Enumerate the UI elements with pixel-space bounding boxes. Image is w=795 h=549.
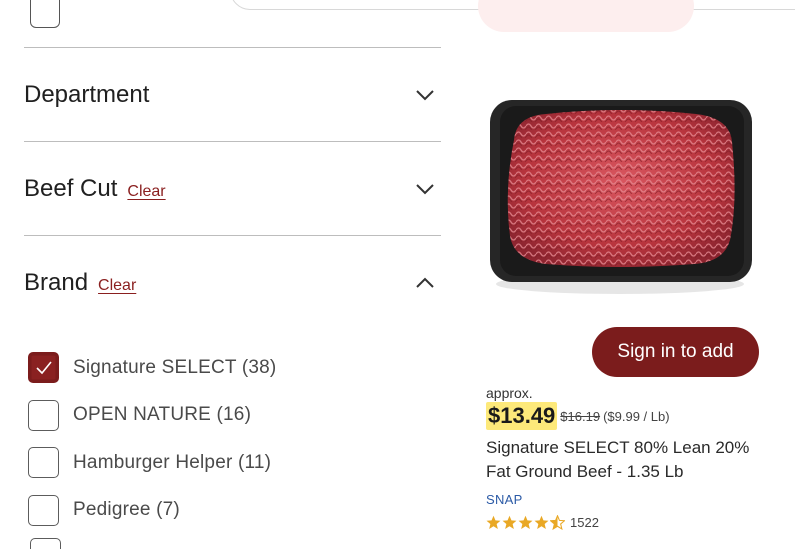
- chevron-down-icon[interactable]: [413, 177, 437, 201]
- star-icon: [486, 515, 501, 529]
- star-half-icon: [550, 515, 565, 530]
- brand-options-list: Signature SELECT (38) OPEN NATURE (16) H…: [28, 344, 276, 534]
- filter-department[interactable]: Department: [24, 48, 441, 141]
- brand-option[interactable]: Signature SELECT (38): [28, 344, 276, 392]
- filter-title-beef-cut: Beef Cut: [24, 174, 118, 202]
- chevron-up-icon[interactable]: [413, 271, 437, 295]
- brand-option-label: Pedigree (7): [73, 499, 180, 521]
- original-price: $16.19: [560, 408, 601, 424]
- product-image[interactable]: [486, 90, 754, 298]
- brand-option[interactable]: OPEN NATURE (16): [28, 392, 276, 440]
- star-icon: [534, 515, 549, 529]
- partial-checkbox[interactable]: [30, 0, 60, 28]
- star-icon: [518, 515, 533, 529]
- star-icon: [502, 515, 517, 529]
- partial-checkbox[interactable]: [30, 538, 61, 549]
- previous-card-button[interactable]: [478, 0, 694, 32]
- brand-option-label: Signature SELECT (38): [73, 356, 277, 378]
- unit-price: ($9.99 / Lb): [603, 408, 670, 424]
- filter-beef-cut[interactable]: Beef Cut Clear: [24, 142, 441, 235]
- filter-brand[interactable]: Brand Clear: [24, 236, 441, 329]
- product-name-link[interactable]: Signature SELECT 80% Lean 20% Fat Ground…: [486, 436, 776, 484]
- filter-title-department: Department: [24, 80, 150, 108]
- brand-option-label: Hamburger Helper (11): [73, 451, 272, 473]
- checkbox[interactable]: [28, 494, 59, 526]
- chevron-down-icon[interactable]: [413, 83, 437, 107]
- brand-option[interactable]: Hamburger Helper (11): [28, 439, 276, 487]
- checkmark-icon: [35, 361, 52, 374]
- brand-option-label: OPEN NATURE (16): [73, 404, 252, 426]
- snap-badge: SNAP: [486, 492, 523, 507]
- clear-beef-cut-link[interactable]: Clear: [127, 183, 165, 201]
- checkbox-checked[interactable]: [28, 352, 59, 384]
- brand-option[interactable]: Pedigree (7): [28, 487, 276, 535]
- price-row: $13.49 $16.19 ($9.99 / Lb): [486, 402, 670, 430]
- sign-in-to-add-button[interactable]: Sign in to add: [592, 327, 759, 377]
- current-price: $13.49: [486, 402, 558, 430]
- approx-label: approx.: [486, 385, 533, 401]
- clear-brand-link[interactable]: Clear: [98, 277, 136, 295]
- checkbox[interactable]: [28, 447, 59, 479]
- review-count: 1522: [570, 515, 599, 530]
- checkbox[interactable]: [28, 399, 59, 431]
- filter-title-brand: Brand: [24, 268, 89, 296]
- rating[interactable]: 1522: [486, 515, 599, 530]
- filter-panel: Department Beef Cut Clear Brand Clear: [24, 47, 441, 329]
